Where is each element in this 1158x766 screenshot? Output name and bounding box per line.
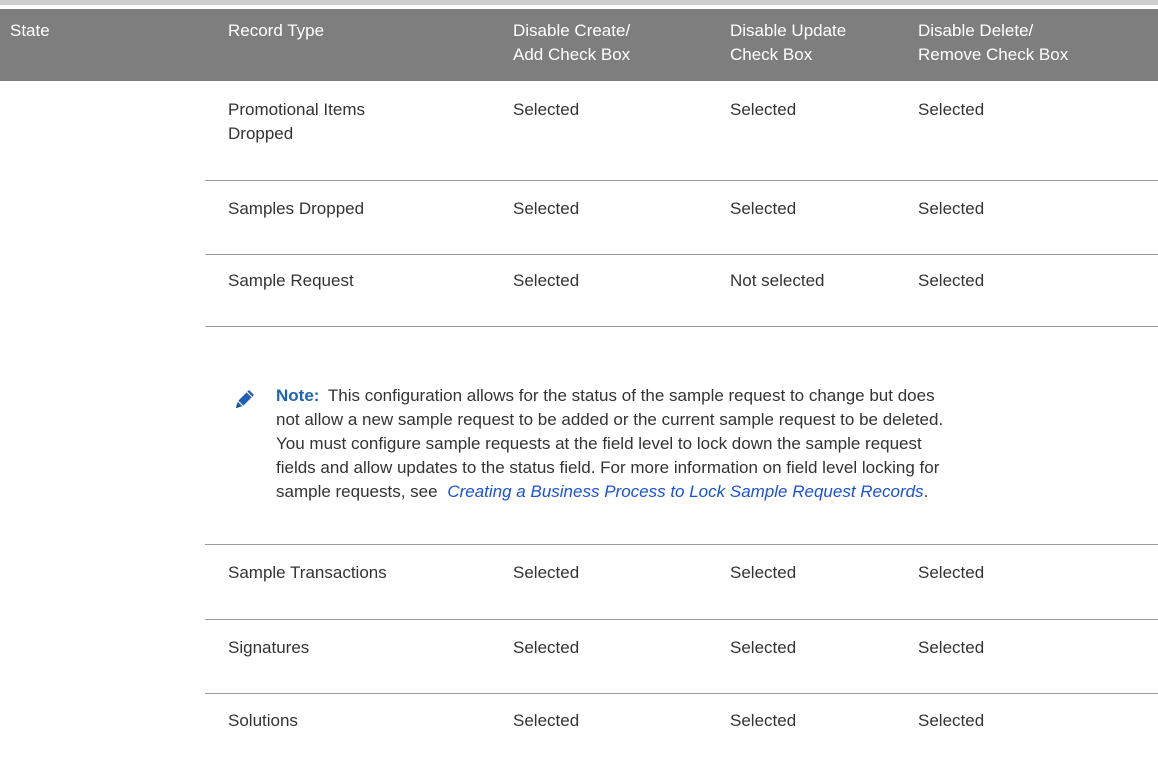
- update-cell: Selected: [730, 711, 797, 730]
- create-cell: Selected: [513, 563, 580, 582]
- note-line: Note: This configuration allows for the …: [276, 384, 1156, 408]
- delete-cell: Selected: [918, 638, 985, 657]
- pencil-icon: [232, 386, 258, 412]
- header-disable-create-line2: Add Check Box: [513, 45, 631, 64]
- update-cell: Selected: [730, 100, 797, 119]
- delete-cell: Selected: [918, 563, 985, 582]
- note-line5-prefix: sample requests, see: [276, 482, 438, 501]
- create-cell: Selected: [513, 638, 580, 657]
- record-type-cell: Samples Dropped: [228, 199, 365, 218]
- table-header: State Record Type Disable Create/ Add Ch…: [0, 9, 1158, 81]
- note-text: Note: This configuration allows for the …: [276, 384, 1156, 504]
- header-disable-update: Disable Update Check Box: [730, 19, 846, 67]
- delete-cell: Selected: [918, 199, 985, 218]
- note-line3: You must configure sample requests at th…: [276, 434, 922, 453]
- row-divider: [205, 693, 1158, 694]
- header-disable-delete-line1: Disable Delete/: [918, 21, 1034, 40]
- delete-cell: Selected: [918, 271, 985, 290]
- header-disable-create: Disable Create/ Add Check Box: [513, 19, 630, 67]
- row-divider: [205, 254, 1158, 255]
- note-line1: This configuration allows for the status…: [327, 386, 935, 405]
- note-line: sample requests, see Creating a Business…: [276, 480, 1156, 504]
- note-line2: not allow a new sample request to be add…: [276, 410, 944, 429]
- top-rule: [0, 0, 1158, 5]
- header-disable-update-line2: Check Box: [730, 45, 813, 64]
- record-type-cell: Promotional Items Dropped: [228, 98, 365, 146]
- delete-cell: Selected: [918, 100, 985, 119]
- row-divider: [205, 326, 1158, 327]
- create-cell: Selected: [513, 199, 580, 218]
- note-line5-suffix: .: [923, 482, 929, 501]
- update-cell: Selected: [730, 638, 797, 657]
- header-record-type: Record Type: [228, 21, 325, 40]
- record-type-line1: Promotional Items: [228, 100, 365, 119]
- header-disable-delete: Disable Delete/ Remove Check Box: [918, 19, 1068, 67]
- note-label: Note:: [276, 386, 320, 405]
- header-disable-update-line1: Disable Update: [730, 21, 847, 40]
- header-disable-create-line1: Disable Create/: [513, 21, 631, 40]
- note-line4: fields and allow updates to the status f…: [276, 458, 940, 477]
- record-type-cell: Sample Transactions: [228, 563, 387, 582]
- header-disable-delete-line2: Remove Check Box: [918, 45, 1069, 64]
- header-state: State: [10, 21, 50, 40]
- record-type-cell: Solutions: [228, 711, 298, 730]
- update-cell: Not selected: [730, 271, 825, 290]
- record-type-cell: Signatures: [228, 638, 310, 657]
- update-cell: Selected: [730, 199, 797, 218]
- row-divider: [205, 619, 1158, 620]
- create-cell: Selected: [513, 271, 580, 290]
- delete-cell: Selected: [918, 711, 985, 730]
- row-divider: [205, 544, 1158, 545]
- business-process-link[interactable]: Creating a Business Process to Lock Samp…: [447, 482, 923, 501]
- create-cell: Selected: [513, 711, 580, 730]
- create-cell: Selected: [513, 100, 580, 119]
- update-cell: Selected: [730, 563, 797, 582]
- record-type-line2: Dropped: [228, 124, 294, 143]
- record-type-cell: Sample Request: [228, 271, 354, 290]
- row-divider: [205, 180, 1158, 181]
